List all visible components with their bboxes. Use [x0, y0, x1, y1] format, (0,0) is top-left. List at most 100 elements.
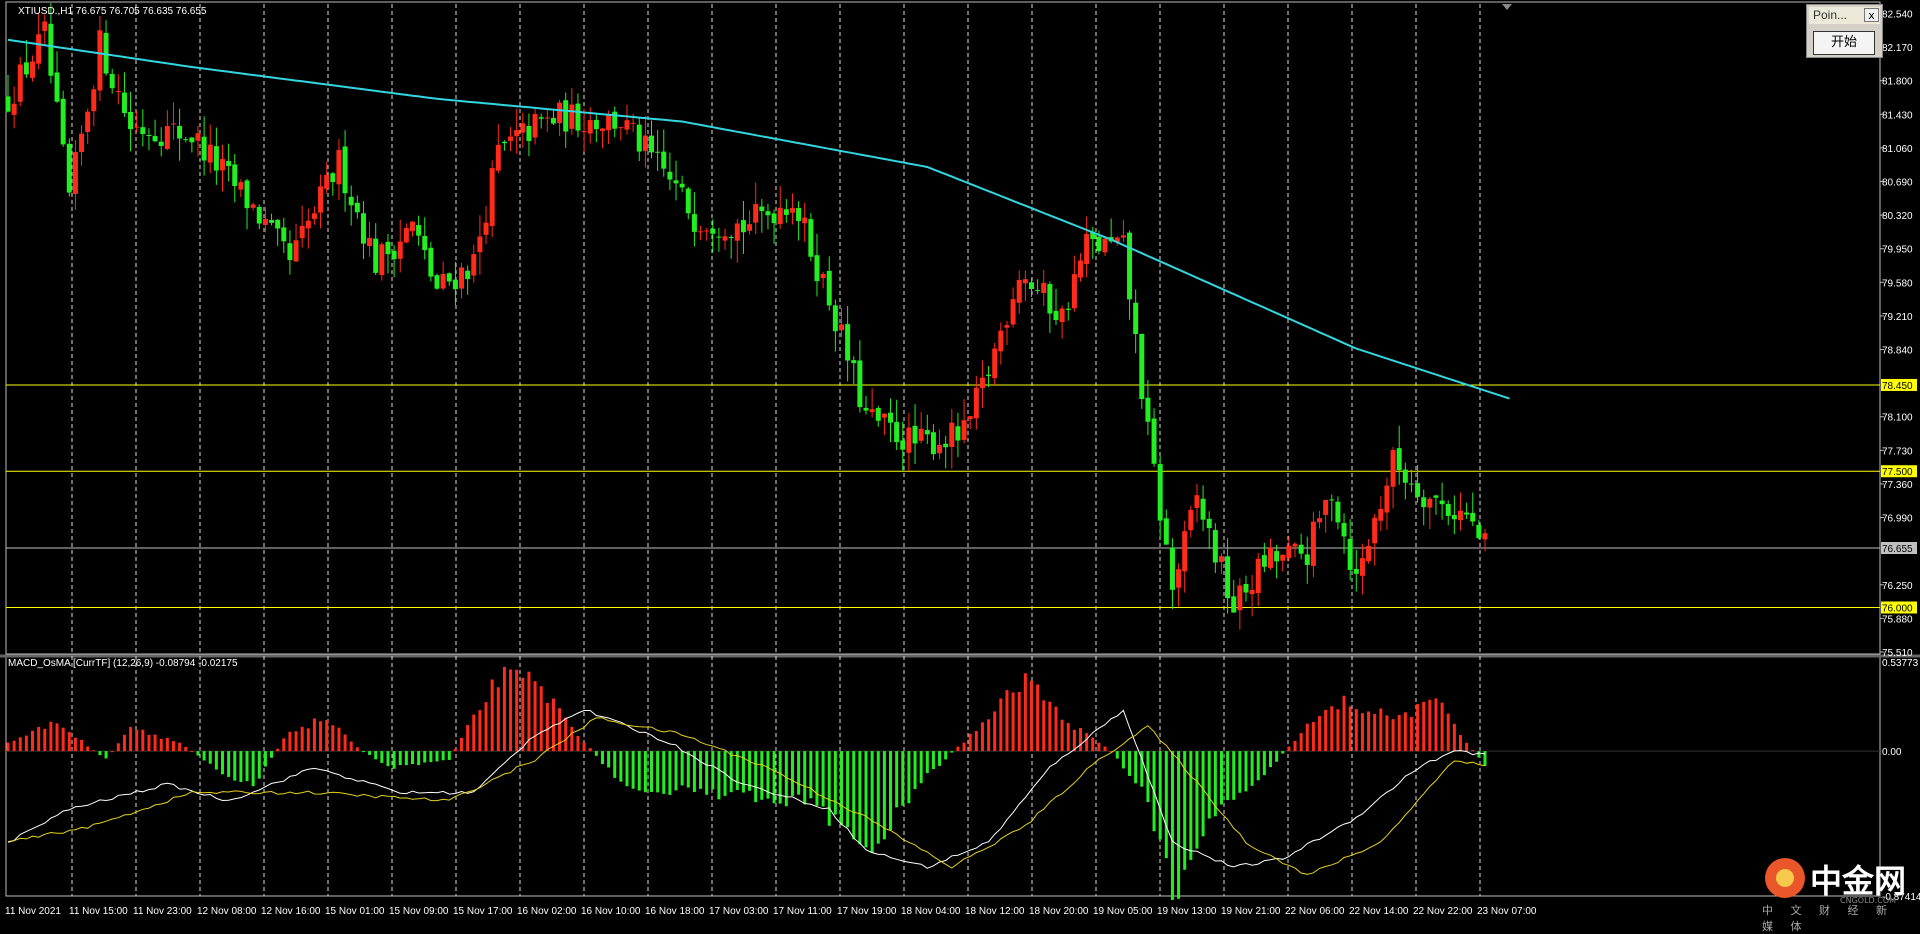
candle-body — [716, 236, 722, 238]
candle-body — [79, 133, 85, 153]
osma-bar — [717, 751, 721, 800]
osma-bar — [129, 727, 133, 752]
candle-body — [1163, 518, 1169, 545]
osma-bar — [171, 741, 175, 752]
osma-bar — [460, 737, 464, 752]
osma-bar — [86, 746, 90, 752]
candle-body — [1476, 524, 1482, 539]
osma-bar — [404, 751, 408, 766]
level-label: 77.500 — [1882, 467, 1913, 478]
candle-body — [1065, 308, 1071, 310]
price-chart[interactable]: 78.45077.50076.00076.655 11 Nov 2021 11 N… — [0, 0, 1920, 929]
osma-bar — [809, 751, 813, 799]
osma-bar — [349, 741, 353, 752]
macd-panel-frame — [5, 653, 1881, 897]
osma-bar — [92, 750, 96, 752]
candles — [5, 3, 1488, 630]
osma-bar — [1158, 751, 1162, 840]
y-tick-label: 79.580 — [1882, 278, 1913, 289]
candle-body — [1151, 418, 1157, 464]
candle-body — [226, 161, 232, 167]
candle-body — [397, 241, 403, 259]
osma-bar — [361, 751, 365, 753]
osma-bar — [637, 751, 641, 791]
candle-body — [1120, 235, 1126, 238]
candle-body — [520, 123, 526, 133]
osma-bar — [576, 735, 580, 752]
candle-body — [1200, 498, 1206, 520]
osma-bar — [901, 751, 905, 806]
candle-body — [1157, 464, 1163, 521]
osma-bar — [656, 751, 660, 793]
candle-body — [992, 348, 998, 379]
candle-body — [1225, 556, 1231, 599]
osma-bar — [331, 725, 335, 752]
candle-body — [201, 136, 207, 161]
candle-body — [287, 243, 293, 261]
osma-bar — [398, 751, 402, 766]
osma-bar — [1005, 690, 1009, 752]
candle-body — [943, 443, 949, 448]
osma-bar — [1428, 699, 1432, 752]
osma-bar — [1324, 709, 1328, 752]
candle-body — [624, 120, 630, 130]
osma-bar — [1072, 729, 1076, 752]
osma-bar — [135, 729, 139, 752]
osma-bar — [1446, 713, 1450, 752]
osma-bar — [1434, 698, 1438, 752]
osma-bar — [1477, 751, 1481, 758]
candle-body — [789, 208, 795, 213]
candle-body — [514, 130, 520, 137]
candle-body — [262, 218, 268, 225]
osma-bar — [570, 726, 574, 752]
osma-bar — [1048, 701, 1052, 752]
osma-bar — [950, 751, 954, 753]
candle-body — [808, 219, 814, 257]
osma-bar — [355, 747, 359, 752]
level-label: 76.655 — [1882, 544, 1913, 555]
close-button[interactable]: x — [1864, 8, 1879, 22]
osma-bar — [539, 686, 543, 752]
candle-body — [630, 122, 636, 124]
candle-body — [550, 118, 556, 124]
osma-bar — [1103, 746, 1107, 752]
osma-bar — [104, 751, 108, 759]
candle-body — [373, 238, 379, 273]
osma-bar — [509, 669, 513, 752]
osma-bar — [1409, 716, 1413, 752]
candle-body — [1188, 509, 1194, 531]
candle-body — [1249, 589, 1255, 595]
osma-bar — [1226, 751, 1230, 801]
osma-histogram — [6, 666, 1487, 900]
osma-bar — [165, 737, 169, 752]
moving-average-line — [7, 38, 1510, 400]
osma-bar — [852, 751, 856, 840]
osma-bar — [1036, 684, 1040, 752]
candle-body — [1439, 500, 1445, 505]
candle-body — [753, 204, 759, 223]
candle-body — [501, 141, 507, 144]
signal-line — [7, 717, 1486, 875]
osma-bar — [141, 729, 145, 752]
candle-body — [875, 407, 881, 421]
candle-body — [158, 141, 164, 146]
candle-body — [845, 324, 851, 361]
osma-bar — [1134, 751, 1138, 784]
osma-bar — [1256, 751, 1260, 781]
osma-bar — [343, 734, 347, 752]
x-tick-label: 11 Nov 23:00 — [133, 906, 192, 917]
candle-body — [740, 220, 746, 233]
osma-bar — [153, 734, 157, 752]
x-tick-label: 22 Nov 22:00 — [1413, 906, 1473, 917]
shift-marker — [1502, 4, 1512, 10]
osma-bar — [1232, 751, 1236, 800]
osma-bar — [643, 751, 647, 793]
osma-bar — [73, 737, 77, 752]
candle-body — [857, 360, 863, 408]
start-button[interactable]: 开始 — [1813, 31, 1875, 55]
candle-body — [305, 220, 311, 229]
osma-bar — [1085, 733, 1089, 752]
candle-body — [1206, 518, 1212, 529]
osma-bar — [1330, 706, 1334, 752]
candle-body — [1255, 558, 1261, 594]
